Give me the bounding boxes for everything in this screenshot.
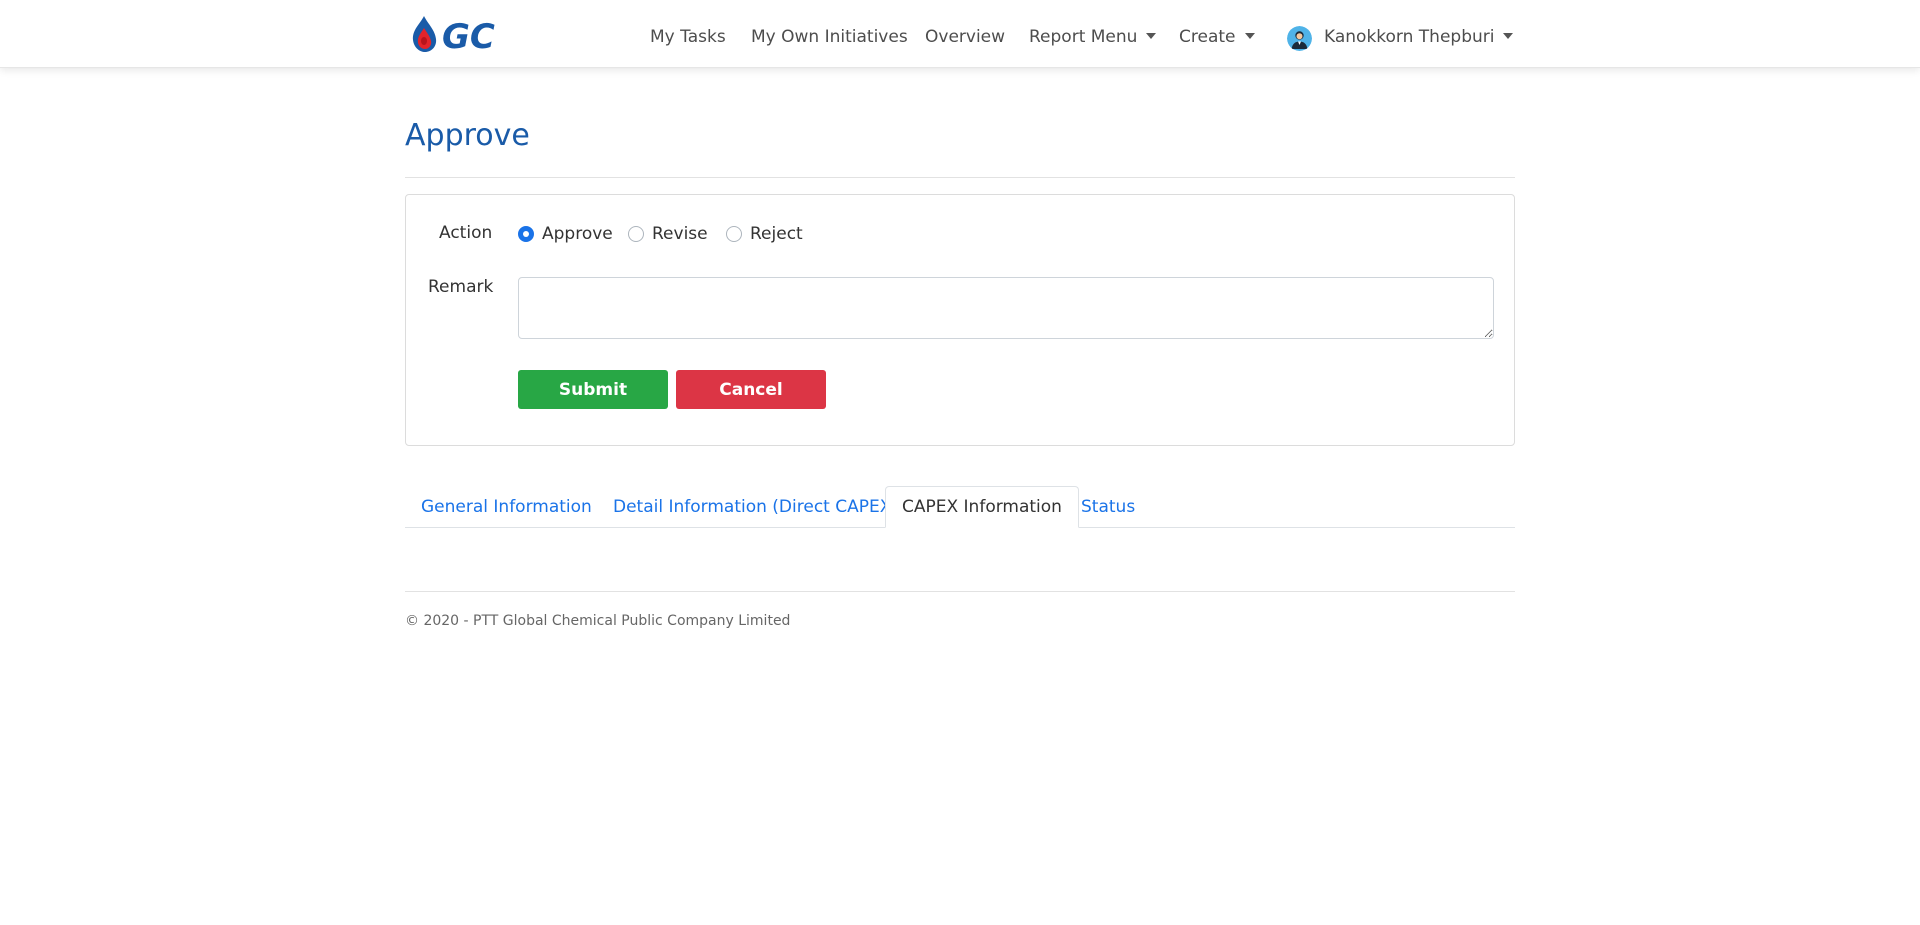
footer-copyright: © 2020 - PTT Global Chemical Public Comp… (405, 613, 791, 629)
radio-revise[interactable]: Revise (628, 224, 708, 244)
nav-my-own-initiatives[interactable]: My Own Initiatives (751, 27, 908, 47)
page-title: Approve (405, 118, 530, 153)
radio-approve-label: Approve (542, 224, 613, 244)
title-divider (405, 177, 1515, 178)
remark-label: Remark (428, 277, 494, 297)
tab-detail-information[interactable]: Detail Information (Direct CAPEX) (597, 486, 914, 528)
tab-general-information[interactable]: General Information (405, 486, 608, 528)
top-navbar: GC My Tasks My Own Initiatives Overview … (0, 0, 1920, 68)
tab-capex-information[interactable]: CAPEX Information (885, 486, 1079, 528)
user-name: Kanokkorn Thepburi (1324, 27, 1495, 47)
nav-create-label: Create (1179, 27, 1236, 47)
logo-text: GC (442, 17, 495, 54)
nav-my-tasks[interactable]: My Tasks (650, 27, 726, 47)
radio-revise-label: Revise (652, 224, 708, 244)
radio-reject[interactable]: Reject (726, 224, 803, 244)
nav-overview[interactable]: Overview (925, 27, 1005, 47)
nav-create[interactable]: Create (1179, 27, 1255, 47)
radio-approve[interactable]: Approve (518, 224, 613, 244)
chevron-down-icon (1244, 32, 1255, 39)
remark-textarea[interactable] (518, 277, 1494, 339)
user-menu[interactable]: Kanokkorn Thepburi (1324, 27, 1514, 47)
nav-report-menu[interactable]: Report Menu (1029, 27, 1157, 47)
gc-logo-icon[interactable]: GC (410, 14, 525, 54)
submit-button[interactable]: Submit (518, 370, 668, 409)
footer-divider (405, 591, 1515, 592)
chevron-down-icon (1146, 32, 1157, 39)
radio-reject-indicator[interactable] (726, 226, 742, 242)
user-avatar-icon[interactable] (1287, 26, 1312, 51)
radio-reject-label: Reject (750, 224, 803, 244)
radio-revise-indicator[interactable] (628, 226, 644, 242)
action-label: Action (439, 223, 493, 243)
cancel-button[interactable]: Cancel (676, 370, 826, 409)
nav-report-menu-label: Report Menu (1029, 27, 1138, 47)
radio-approve-indicator[interactable] (518, 226, 534, 242)
chevron-down-icon (1503, 32, 1514, 39)
